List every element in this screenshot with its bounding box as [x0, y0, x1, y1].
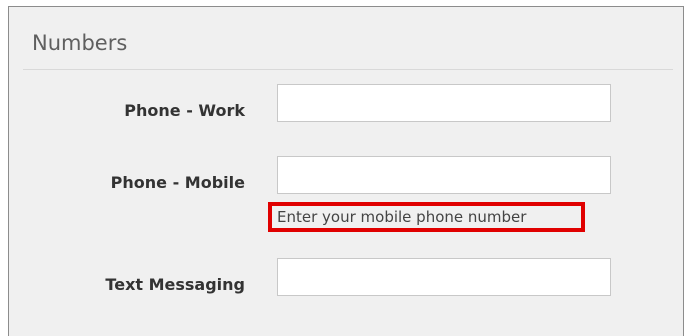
- section-title: Numbers: [32, 31, 128, 55]
- phone-mobile-label: Phone - Mobile: [110, 173, 245, 192]
- mobile-hint: Enter your mobile phone number: [268, 202, 585, 232]
- phone-work-label: Phone - Work: [124, 101, 245, 120]
- numbers-panel: Numbers Phone - Work Phone - Mobile Ente…: [8, 6, 684, 336]
- phone-mobile-input[interactable]: [277, 156, 611, 194]
- text-messaging-label: Text Messaging: [105, 275, 245, 294]
- divider: [23, 69, 673, 70]
- text-messaging-input[interactable]: [277, 258, 611, 296]
- phone-work-input[interactable]: [277, 84, 611, 122]
